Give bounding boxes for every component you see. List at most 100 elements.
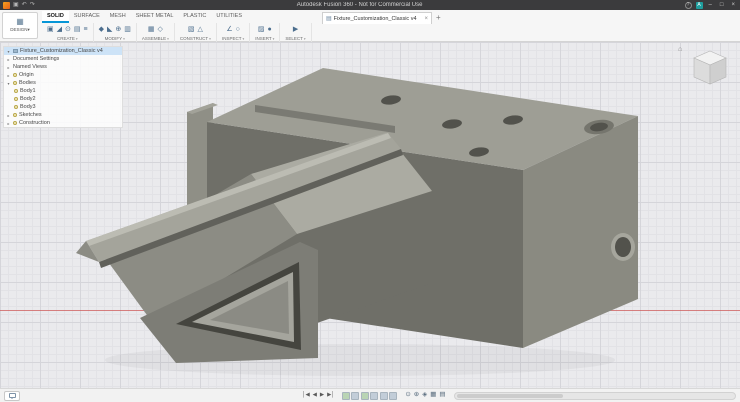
select-icon[interactable]: ▶ <box>293 26 298 33</box>
expander-icon: ▸ <box>7 72 10 78</box>
view-cube-graphic[interactable] <box>688 46 732 90</box>
chevron-down-icon: ▾ <box>123 36 125 41</box>
measure-icon[interactable]: ∠ <box>226 26 232 33</box>
ribbon-toolbar: ▦ DESIGN▾ SOLID SURFACE MESH SHEET METAL… <box>0 10 740 42</box>
expander-icon: ▾ <box>7 48 10 54</box>
ribbon-tabs: SOLID SURFACE MESH SHEET METAL PLASTIC U… <box>42 10 247 23</box>
timeline-bar: │◀ ◀ ▶ ▶│ ⊙ ⊕ ◈ ▦ ▤ <box>0 388 740 402</box>
document-tab-close-icon[interactable]: × <box>424 16 428 22</box>
browser-item-body1[interactable]: Body1 <box>4 87 122 95</box>
tab-mesh[interactable]: MESH <box>105 11 131 23</box>
workspace-selector[interactable]: ▦ DESIGN▾ <box>2 12 38 39</box>
display-settings-icon[interactable]: ▤ <box>439 392 445 399</box>
tab-utilities[interactable]: UTILITIES <box>211 11 247 23</box>
undo-icon[interactable]: ↶ <box>22 2 27 8</box>
zoom-icon[interactable]: ◈ <box>422 392 427 399</box>
tab-plastic[interactable]: PLASTIC <box>178 11 211 23</box>
workspace-grid-icon: ▦ <box>16 17 24 26</box>
side-hole[interactable] <box>615 237 631 257</box>
document-tab-title: Fixture_Customization_Classic v4 <box>333 15 417 22</box>
visibility-bulb-icon[interactable] <box>13 81 17 85</box>
view-cube[interactable]: ⌂ <box>678 46 734 92</box>
press-pull-icon[interactable]: ◆ <box>99 26 104 33</box>
fusion-logo-icon[interactable] <box>3 1 10 9</box>
timeline-scrollbar-thumb[interactable] <box>456 393 564 398</box>
joint-icon[interactable]: ◇ <box>158 26 163 33</box>
group-insert-label: INSERT <box>255 36 272 41</box>
section-analysis-icon[interactable]: ○ <box>236 26 240 33</box>
browser-item-named-views[interactable]: ▸ Named Views <box>4 63 122 71</box>
fillet-icon[interactable]: ◣ <box>107 26 112 33</box>
grid-settings-icon[interactable]: ▦ <box>430 392 436 399</box>
sweep-icon[interactable]: ▤ <box>74 26 81 33</box>
visibility-bulb-icon[interactable] <box>13 113 17 117</box>
browser-panel: ▾ Fixture_Customization_Classic v4 ▸ Doc… <box>3 46 123 128</box>
chevron-down-icon: ▾ <box>75 36 78 41</box>
help-icon[interactable]: ? <box>684 1 692 9</box>
chevron-down-icon: ▾ <box>167 36 169 41</box>
pan-icon[interactable]: ⊕ <box>414 392 419 399</box>
expander-icon: ▸ <box>7 56 10 62</box>
browser-item-origin[interactable]: ▸ Origin <box>4 71 122 79</box>
close-button[interactable]: × <box>729 2 737 8</box>
group-select: ▶ SELECT ▾ <box>280 23 312 42</box>
orbit-icon[interactable]: ⊙ <box>405 392 410 399</box>
document-tab[interactable]: ▤ Fixture_Customization_Classic v4 × <box>322 12 432 24</box>
timeline-sketch-feature-icon[interactable] <box>360 391 369 400</box>
browser-item-sketches[interactable]: ▸ Sketches <box>4 111 122 119</box>
new-component-icon[interactable]: ▦ <box>148 26 155 33</box>
timeline-to-start-button[interactable]: │◀ <box>302 392 310 399</box>
visibility-bulb-icon[interactable] <box>13 73 17 77</box>
timeline-scrollbar[interactable] <box>453 391 736 400</box>
timeline-extrude-feature-icon[interactable] <box>351 391 360 400</box>
visibility-bulb-icon[interactable] <box>14 105 18 109</box>
extrude-icon[interactable]: ◢ <box>57 26 62 33</box>
user-avatar[interactable]: A <box>695 1 703 9</box>
timeline-fillet-feature-icon[interactable] <box>379 391 388 400</box>
browser-item-body2[interactable]: Body2 <box>4 95 122 103</box>
browser-item-body3[interactable]: Body3 <box>4 103 122 111</box>
group-assemble: ▦ ◇ ASSEMBLE ▾ <box>137 23 175 42</box>
group-modify: ◆ ◣ ⊕ ▥ MODIFY ▾ <box>94 23 137 42</box>
group-construct: ▧ △ CONSTRUCT ▾ <box>175 23 217 42</box>
timeline-to-end-button[interactable]: ▶│ <box>327 392 335 399</box>
visibility-bulb-icon[interactable] <box>13 121 17 125</box>
offset-plane-icon[interactable]: ▧ <box>188 26 195 33</box>
browser-item-construction[interactable]: ▸ Construction <box>4 119 122 127</box>
save-icon[interactable]: ▣ <box>13 2 19 8</box>
tab-solid[interactable]: SOLID <box>42 11 69 23</box>
browser-item-document-settings[interactable]: ▸ Document Settings <box>4 55 122 63</box>
insert-mesh-icon[interactable]: ▨ <box>258 26 265 33</box>
timeline-feature-list <box>341 391 398 400</box>
tab-sheet-metal[interactable]: SHEET METAL <box>131 11 179 23</box>
new-sketch-icon[interactable]: ▣ <box>47 26 54 33</box>
group-modify-label: MODIFY <box>104 36 123 41</box>
timeline-step-back-button[interactable]: ◀ <box>313 392 317 399</box>
timeline-extrude-feature-icon[interactable] <box>370 391 379 400</box>
decal-icon[interactable]: ● <box>268 26 272 33</box>
timeline-playback-controls: │◀ ◀ ▶ ▶│ <box>302 392 335 399</box>
new-document-tab-button[interactable]: + <box>436 13 441 22</box>
comments-button[interactable] <box>4 390 20 401</box>
expander-icon: ▾ <box>7 80 10 86</box>
window-title: Autodesk Fusion 360 - Not for Commercial… <box>296 2 423 8</box>
shell-icon[interactable]: ⊕ <box>115 26 121 33</box>
revolve-icon[interactable]: ⊙ <box>65 26 71 33</box>
timeline-play-button[interactable]: ▶ <box>320 392 324 399</box>
browser-root-row[interactable]: ▾ Fixture_Customization_Classic v4 <box>4 47 122 55</box>
document-icon <box>13 48 18 54</box>
home-view-icon[interactable]: ⌂ <box>678 46 682 53</box>
tab-surface[interactable]: SURFACE <box>69 11 105 23</box>
axis-icon[interactable]: △ <box>198 26 203 33</box>
chevron-down-icon: ▾ <box>209 36 211 41</box>
timeline-shell-feature-icon[interactable] <box>389 391 398 400</box>
document-icon: ▤ <box>326 15 332 22</box>
combine-icon[interactable]: ▥ <box>124 26 131 33</box>
visibility-bulb-icon[interactable] <box>14 97 18 101</box>
pattern-icon[interactable]: ≡ <box>84 26 88 33</box>
maximize-button[interactable]: □ <box>718 2 726 8</box>
timeline-sketch-feature-icon[interactable] <box>341 391 350 400</box>
browser-item-bodies[interactable]: ▾ Bodies <box>4 79 122 87</box>
visibility-bulb-icon[interactable] <box>14 89 18 93</box>
minimize-button[interactable]: – <box>707 2 714 8</box>
